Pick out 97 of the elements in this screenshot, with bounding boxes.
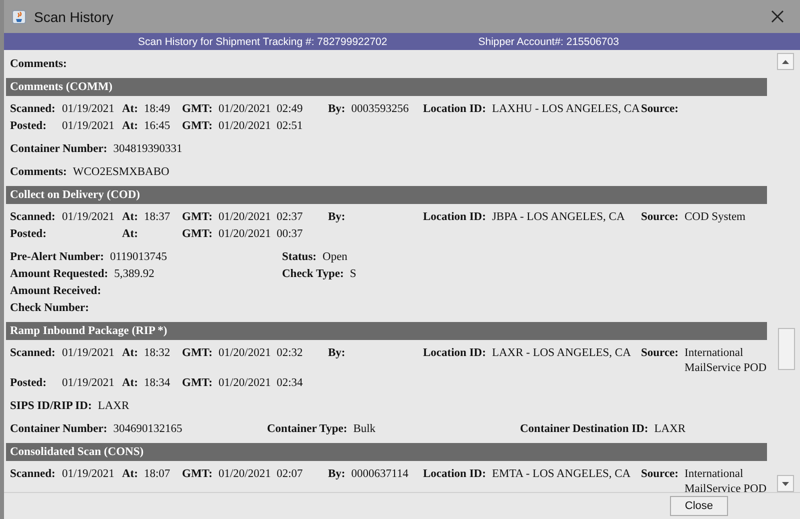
field-label: By: bbox=[328, 102, 346, 117]
account-label: Shipper Account#: 215506703 bbox=[478, 36, 619, 48]
field-label: SIPS ID/RIP ID: bbox=[10, 399, 92, 414]
field-label: At: bbox=[122, 210, 138, 225]
field-value: 18:32 bbox=[144, 346, 170, 361]
field-label: GMT: bbox=[182, 376, 212, 391]
field-value: 01/20/2021 02:07 bbox=[218, 467, 303, 482]
field-value: International MailService POD bbox=[684, 346, 768, 376]
field-label: By: bbox=[328, 210, 346, 225]
field-label: GMT: bbox=[182, 346, 212, 361]
field-value: S bbox=[350, 267, 356, 282]
scroll-thumb[interactable] bbox=[778, 328, 795, 370]
close-button[interactable]: Close bbox=[670, 496, 728, 516]
field-value: 01/20/2021 02:37 bbox=[218, 210, 303, 225]
field-value: 18:07 bbox=[144, 467, 170, 482]
field-label: Posted: bbox=[10, 227, 48, 242]
field-value: Bulk bbox=[353, 422, 376, 437]
field-label: Scanned: bbox=[10, 210, 56, 225]
field-value: 01/20/2021 02:34 bbox=[218, 376, 303, 391]
field-value: 18:37 bbox=[144, 210, 170, 225]
field-value: 18:49 bbox=[144, 102, 170, 117]
field-value: International MailService POD bbox=[684, 467, 768, 492]
field-label: Source: bbox=[641, 467, 678, 482]
field-value: 01/19/2021 bbox=[62, 346, 114, 361]
app-icon bbox=[12, 10, 26, 24]
field-value: 01/20/2021 02:49 bbox=[218, 102, 303, 117]
field-label: At: bbox=[122, 346, 138, 361]
field-value: 01/19/2021 bbox=[62, 210, 114, 225]
field-value: 5,389.92 bbox=[114, 267, 154, 282]
tracking-label: Scan History for Shipment Tracking #: 782799922702 bbox=[138, 36, 388, 48]
field-label: By: bbox=[328, 346, 346, 361]
field-label: Amount Received: bbox=[10, 284, 102, 299]
field-value: 01/19/2021 bbox=[62, 467, 114, 482]
section-header: Consolidated Scan (CONS) bbox=[6, 443, 767, 461]
field-value: 304819390331 bbox=[113, 142, 182, 157]
field-label: By: bbox=[328, 467, 346, 482]
field-label: Container Type: bbox=[267, 422, 348, 437]
field-value: LAXR bbox=[654, 422, 686, 437]
field-value: WCO2ESMXBABO bbox=[72, 165, 170, 180]
field-label: GMT: bbox=[182, 119, 212, 134]
field-label: GMT: bbox=[182, 210, 212, 225]
field-label: GMT: bbox=[182, 102, 212, 117]
field-value: LAXR - LOS ANGELES, CA bbox=[492, 346, 631, 361]
field-label: Source: bbox=[641, 102, 678, 117]
field-value: 01/19/2021 bbox=[62, 376, 114, 391]
field-label: At: bbox=[122, 467, 138, 482]
field-value: 01/20/2021 02:51 bbox=[218, 119, 303, 134]
field-label: Scanned: bbox=[10, 102, 56, 117]
field-label: Pre-Alert Number: bbox=[10, 250, 104, 265]
field-label: At: bbox=[122, 376, 138, 391]
scroll-down-icon[interactable] bbox=[777, 475, 794, 492]
field-label: Container Number: bbox=[10, 142, 108, 157]
field-label: Location ID: bbox=[423, 102, 486, 117]
field-label: Status: bbox=[282, 250, 317, 265]
field-value: LAXR bbox=[98, 399, 130, 414]
field-label: Posted: bbox=[10, 119, 48, 134]
window-title: Scan History bbox=[34, 8, 114, 24]
field-label: At: bbox=[122, 119, 138, 134]
field-label: GMT: bbox=[182, 227, 212, 242]
field-label: Check Type: bbox=[282, 267, 344, 282]
field-value: 18:34 bbox=[144, 376, 170, 391]
field-label: Container Destination ID: bbox=[520, 422, 648, 437]
section-header: Collect on Delivery (COD) bbox=[6, 186, 767, 204]
field-label: At: bbox=[122, 102, 138, 117]
field-value: Open bbox=[322, 250, 348, 265]
field-value: LAXHU - LOS ANGELES, CA bbox=[492, 102, 640, 117]
field-value: 01/19/2021 bbox=[62, 119, 114, 134]
field-value: COD System bbox=[684, 210, 746, 225]
field-value: 01/20/2021 00:37 bbox=[218, 227, 303, 242]
field-label: Amount Requested: bbox=[10, 267, 108, 282]
field-value: 0000637114 bbox=[351, 467, 408, 482]
scroll-up-icon[interactable] bbox=[777, 53, 794, 70]
field-value: 16:45 bbox=[144, 119, 170, 134]
field-value: 0119013745 bbox=[110, 250, 168, 265]
close-icon[interactable] bbox=[771, 10, 784, 23]
field-label: Container Number: bbox=[10, 422, 108, 437]
field-label: Check Number: bbox=[10, 301, 89, 316]
field-label: Posted: bbox=[10, 376, 48, 391]
field-label: GMT: bbox=[182, 467, 212, 482]
field-label: Source: bbox=[641, 346, 678, 361]
field-label: Scanned: bbox=[10, 467, 56, 482]
field-label: Scanned: bbox=[10, 346, 56, 361]
section-header: Comments (COMM) bbox=[6, 78, 767, 96]
field-value: EMTA - LOS ANGELES, CA bbox=[492, 467, 631, 482]
field-value: 0003593256 bbox=[351, 102, 409, 117]
field-value: 01/20/2021 02:32 bbox=[218, 346, 303, 361]
field-value: JBPA - LOS ANGELES, CA bbox=[492, 210, 625, 225]
field-value: 01/19/2021 bbox=[62, 102, 114, 117]
field-label: Source: bbox=[641, 210, 678, 225]
field-label: Location ID: bbox=[423, 467, 486, 482]
field-label: At: bbox=[122, 227, 138, 242]
field-label: Location ID: bbox=[423, 210, 486, 225]
section-header: Ramp Inbound Package (RIP *) bbox=[6, 322, 767, 340]
field-label: Comments: bbox=[10, 58, 67, 70]
field-label: Location ID: bbox=[423, 346, 486, 361]
field-label: Comments: bbox=[10, 165, 67, 180]
field-value: 304690132165 bbox=[113, 422, 182, 437]
